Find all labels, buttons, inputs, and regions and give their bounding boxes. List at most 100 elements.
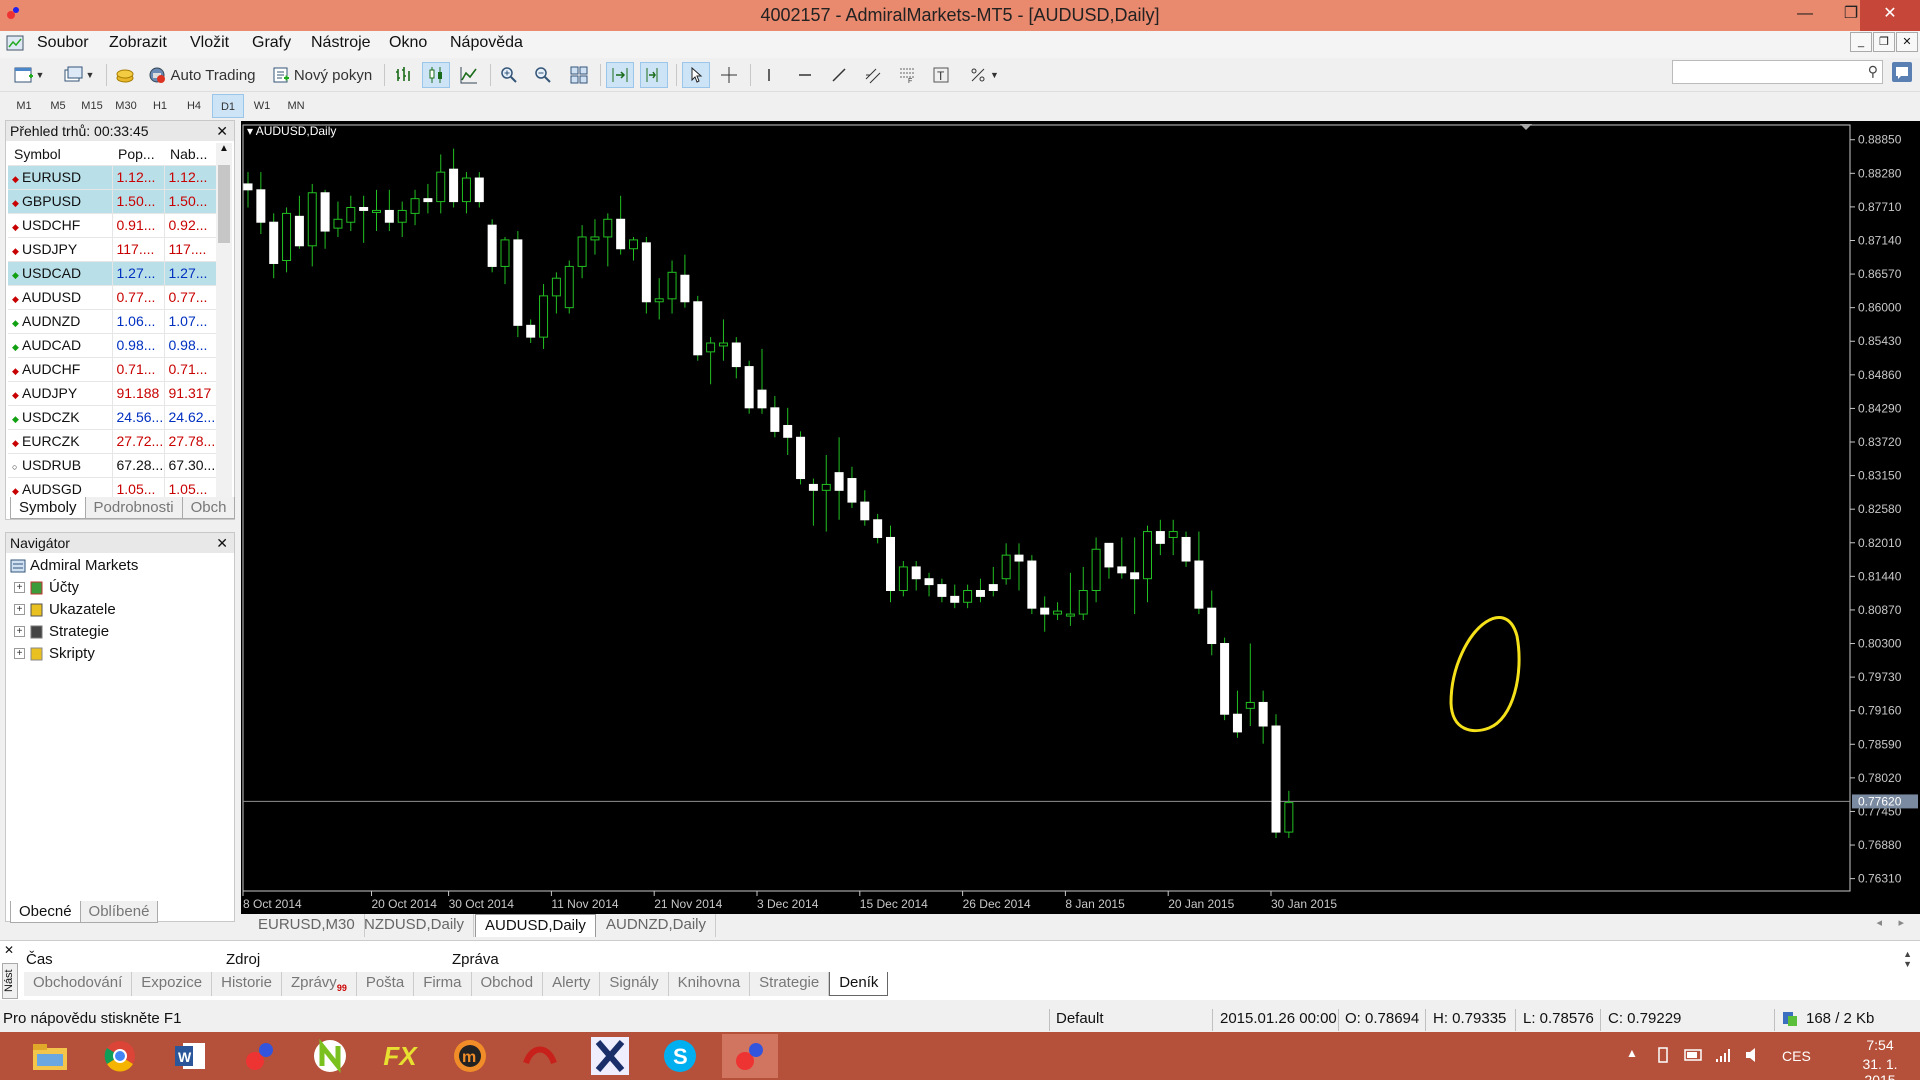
tab-obch[interactable]: Obch [181, 497, 236, 519]
tray-date[interactable]: 31. 1. 2015 [1846, 1056, 1914, 1080]
toolbox-tab-5[interactable]: Firma [414, 972, 472, 996]
navigator-item-0[interactable]: + Účty [14, 579, 79, 596]
timeframe-h1[interactable]: H1 [144, 94, 176, 118]
tray-device-icon[interactable] [1654, 1046, 1672, 1064]
connection-icon[interactable] [1782, 1011, 1798, 1027]
market-row[interactable]: ◆ USDCHF 0.91... 0.92... [8, 212, 216, 237]
channel-button[interactable] [860, 62, 886, 88]
messages-icon[interactable] [1892, 62, 1912, 82]
search-input[interactable]: ⚲ [1672, 60, 1883, 84]
market-row[interactable]: ◆ EURCZK 27.72... 27.78... [8, 428, 216, 453]
candlestick-button[interactable] [422, 62, 450, 88]
tab-1[interactable]: Oblíbené [79, 901, 159, 923]
word-icon[interactable]: W [162, 1034, 218, 1078]
scrollbar-thumb[interactable] [218, 165, 230, 243]
chart-shift-button[interactable] [640, 62, 668, 88]
tray-time[interactable]: 7:54 [1846, 1037, 1914, 1053]
shapes-dropdown-button[interactable]: ▼ [962, 62, 1006, 88]
expand-icon[interactable]: + [14, 604, 25, 615]
mdi-close-button[interactable]: ✕ [1896, 32, 1918, 52]
metatrader-active-icon[interactable] [722, 1034, 778, 1078]
tab-symboly[interactable]: Symboly [10, 497, 86, 519]
toolbox-tab-4[interactable]: Pošta [357, 972, 415, 996]
auto-trading-button[interactable]: Auto Trading [144, 62, 260, 88]
bar-chart-button[interactable] [390, 62, 416, 88]
new-order-button[interactable]: Nový pokyn [268, 62, 376, 88]
tray-volume-icon[interactable] [1744, 1046, 1762, 1064]
navigator-root[interactable]: Admiral Markets [10, 557, 138, 574]
close-icon[interactable]: ✕ [216, 121, 228, 141]
market-row[interactable]: ◆ AUDUSD 0.77... 0.77... [8, 284, 216, 309]
chart-window-icon[interactable] [6, 34, 24, 52]
chart-tab-2[interactable]: AUDUSD,Daily [475, 914, 596, 937]
close-icon[interactable]: ✕ [216, 533, 228, 553]
minimize-button[interactable]: — [1782, 0, 1828, 31]
timeframe-mn[interactable]: MN [280, 94, 312, 118]
mdi-minimize-button[interactable]: _ [1850, 32, 1872, 52]
market-row[interactable]: ◆ GBPUSD 1.50... 1.50... [8, 188, 216, 213]
menu-item-0[interactable]: Soubor [37, 33, 89, 53]
tab-podrobnosti[interactable]: Podrobnosti [84, 497, 183, 519]
market-row[interactable]: ◆ USDJPY 117.... 117.... [8, 236, 216, 261]
toolbox-tab-9[interactable]: Knihovna [669, 972, 751, 996]
column-header[interactable]: Symbol [8, 143, 112, 165]
line-chart-button[interactable] [456, 62, 482, 88]
column-header[interactable]: Nab... [164, 143, 216, 165]
cursor-button[interactable] [682, 62, 710, 88]
menu-item-4[interactable]: Nástroje [311, 33, 371, 53]
market-row[interactable]: ○ USDRUB 67.28... 67.30... [8, 452, 216, 477]
tray-signal-icon[interactable] [1714, 1046, 1732, 1064]
market-row[interactable]: ◆ USDCAD 1.27... 1.27... [8, 260, 216, 285]
x-trader-icon[interactable] [582, 1034, 638, 1078]
tab-0[interactable]: Obecné [10, 901, 81, 923]
toolbox-tab-0[interactable]: Obchodování [24, 972, 133, 996]
timeframe-w1[interactable]: W1 [246, 94, 278, 118]
toolbox-tab-10[interactable]: Strategie [750, 972, 830, 996]
navigator-item-2[interactable]: + Strategie [14, 623, 109, 640]
chart-tab-1[interactable]: NZDUSD,Daily [355, 914, 475, 937]
timeframe-m30[interactable]: M30 [110, 94, 142, 118]
mdi-restore-button[interactable]: ❐ [1873, 32, 1895, 52]
tray-expand-icon[interactable]: ▲ [1626, 1046, 1638, 1060]
fibonacci-button[interactable]: F [894, 62, 920, 88]
menu-item-2[interactable]: Vložit [190, 33, 229, 53]
horizontal-line-button[interactable] [792, 62, 818, 88]
chrome-icon[interactable] [92, 1034, 148, 1078]
m-app-icon[interactable]: m [442, 1034, 498, 1078]
scroll-up-icon[interactable]: ▲ [216, 143, 232, 159]
tray-language[interactable]: CES [1782, 1048, 1811, 1064]
menu-item-5[interactable]: Okno [389, 33, 427, 53]
trendline-button[interactable] [826, 62, 852, 88]
red-app-icon[interactable] [512, 1034, 568, 1078]
timeframe-m5[interactable]: M5 [42, 94, 74, 118]
tile-windows-button[interactable] [566, 62, 592, 88]
new-chart-button[interactable]: ▼ [8, 62, 50, 88]
tab-scroll-right-icon[interactable]: ▸ [1898, 916, 1904, 929]
toolbox-scroll-icon[interactable]: ▲ ▼ [1903, 949, 1912, 969]
timeframe-m15[interactable]: M15 [76, 94, 108, 118]
zoom-out-button[interactable] [530, 62, 556, 88]
tray-battery-icon[interactable] [1684, 1046, 1704, 1064]
toolbox-tab-2[interactable]: Historie [212, 972, 282, 996]
toolbox-column-header[interactable]: Zdroj [226, 951, 260, 968]
menu-item-1[interactable]: Zobrazit [109, 33, 167, 53]
profiles-button[interactable]: ▼ [58, 62, 100, 88]
chart-area[interactable]: 0.88850 0.88280 0.87710 0.87140 0.86570 0.860… [241, 121, 1920, 914]
navigator-item-1[interactable]: + Ukazatele [14, 601, 116, 618]
timeframe-h4[interactable]: H4 [178, 94, 210, 118]
chart-tab-0[interactable]: EURUSD,M30 [249, 914, 365, 937]
toolbox-tab-1[interactable]: Expozice [132, 972, 213, 996]
toolbox-column-header[interactable]: Čas [26, 951, 53, 968]
toolbox-tab-7[interactable]: Alerty [543, 972, 601, 996]
toolbox-column-header[interactable]: Zpráva [452, 951, 499, 968]
market-row[interactable]: ◆ USDCZK 24.56... 24.62... [8, 404, 216, 429]
toolbox-tab-6[interactable]: Obchod [472, 972, 544, 996]
menu-item-3[interactable]: Grafy [252, 33, 291, 53]
chart-tab-3[interactable]: AUDNZD,Daily [597, 914, 717, 937]
menu-item-6[interactable]: Nápověda [450, 33, 523, 53]
navigator-item-3[interactable]: + Skripty [14, 645, 95, 662]
timeframe-d1[interactable]: D1 [212, 94, 244, 118]
text-label-button[interactable]: T [928, 62, 954, 88]
vertical-line-button[interactable] [756, 62, 782, 88]
expand-icon[interactable]: + [14, 626, 25, 637]
